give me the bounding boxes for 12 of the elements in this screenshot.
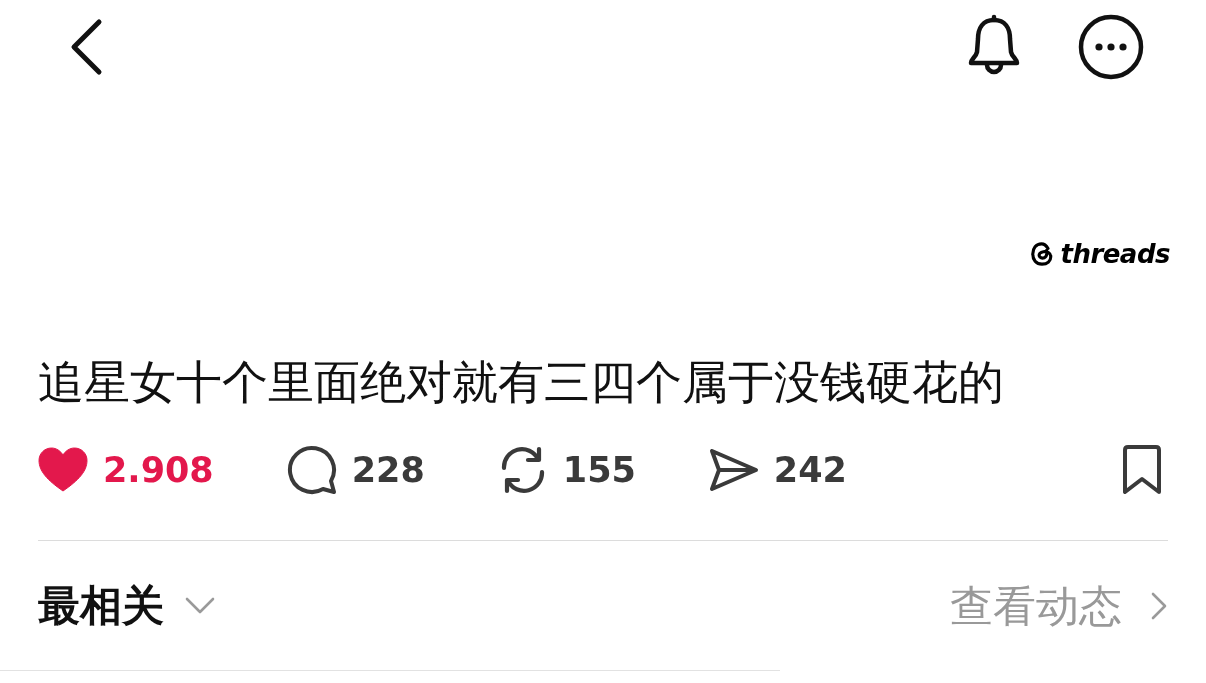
share-button[interactable]: 242 [707,447,847,493]
comment-button[interactable]: 228 [285,444,425,496]
like-button[interactable]: 2.908 [37,446,214,494]
sort-dropdown[interactable]: 最相关 [38,580,216,632]
chevron-down-icon [184,596,216,616]
logo-text: threads [1060,238,1170,270]
bookmark-icon[interactable] [1120,443,1164,497]
chevron-right-icon [1150,591,1168,621]
logo-icon [1030,241,1055,267]
repost-button[interactable]: 155 [496,444,636,496]
more-icon[interactable] [1078,14,1144,80]
post-text: 追星女十个里面绝对就有三四个属于没钱硬花的 [37,358,1005,406]
